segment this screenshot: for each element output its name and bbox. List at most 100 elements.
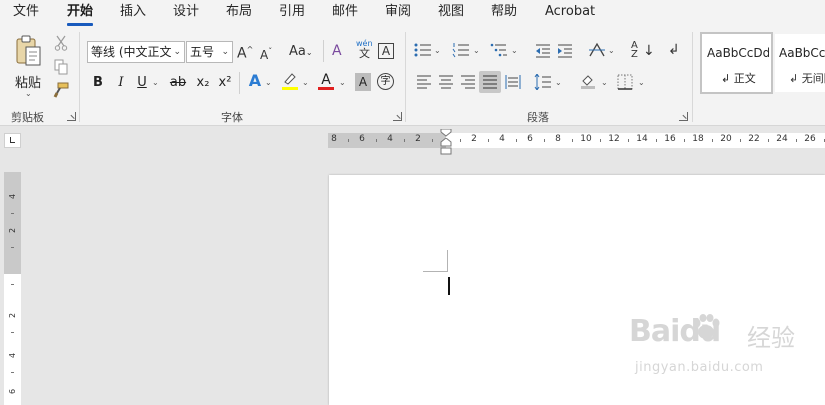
ruler-tick — [600, 139, 601, 142]
decrease-indent-icon[interactable] — [535, 44, 551, 58]
cut-icon[interactable] — [54, 35, 68, 51]
superscript-button[interactable]: x² — [216, 74, 234, 92]
style-name: ↲ 无间隔 — [789, 72, 825, 85]
increase-indent-icon[interactable] — [557, 44, 573, 58]
group-divider — [405, 32, 406, 122]
chevron-down-icon[interactable]: ⌄ — [339, 78, 346, 87]
justify-button[interactable] — [479, 71, 501, 93]
style-no-spacing[interactable]: AaBbCcDd ↲ 无间隔 — [775, 34, 825, 92]
clipboard-group-label: 剪贴板 — [11, 111, 44, 124]
chevron-down-icon[interactable]: ⌄ — [265, 78, 272, 87]
format-painter-icon[interactable] — [53, 82, 69, 98]
character-border-icon[interactable]: A — [378, 43, 394, 59]
text-effects-icon[interactable]: A — [247, 72, 263, 90]
chevron-down-icon[interactable]: ⌄ — [511, 46, 518, 55]
shrink-font-icon[interactable]: Aˇ — [260, 44, 272, 63]
highlight-icon[interactable] — [282, 72, 298, 86]
strikethrough-button[interactable]: ab — [168, 74, 188, 92]
style-name: ↲ 正文 — [721, 72, 756, 85]
hanging-indent-marker[interactable] — [440, 138, 452, 156]
ruler-tick — [628, 139, 629, 142]
chevron-down-icon[interactable]: ⌄ — [434, 46, 441, 55]
tab-review[interactable]: 审阅 — [385, 3, 411, 21]
align-center-icon[interactable] — [438, 75, 454, 89]
chevron-down-icon: ⌄ — [173, 47, 181, 57]
font-color-bar — [318, 87, 334, 90]
group-divider — [79, 32, 80, 122]
chevron-down-icon[interactable]: ⌄ — [608, 46, 615, 55]
paste-icon — [16, 35, 41, 66]
ruler-tick — [404, 139, 405, 142]
underline-button[interactable]: U — [134, 74, 150, 92]
chevron-down-icon[interactable]: ⌄ — [638, 78, 645, 87]
show-marks-icon[interactable]: ↲ — [668, 42, 680, 58]
chevron-down-icon: ⌄ — [221, 47, 229, 57]
ruler-number: 4 — [387, 134, 393, 144]
enclose-characters-icon[interactable]: 字 — [377, 73, 394, 90]
font-name-select[interactable]: 等线 (中文正文 ⌄ — [87, 41, 185, 63]
font-group-label: 字体 — [221, 111, 243, 124]
ruler-tick — [11, 247, 14, 248]
ruler-tick — [796, 139, 797, 142]
watermark-cn: 经验 — [747, 324, 795, 352]
tab-help[interactable]: 帮助 — [491, 3, 517, 21]
first-line-indent-marker[interactable] — [440, 129, 452, 137]
chevron-down-icon[interactable]: ⌄ — [555, 78, 562, 87]
font-launcher-icon[interactable] — [393, 112, 402, 121]
tab-design[interactable]: 设计 — [173, 3, 199, 21]
tab-view[interactable]: 视图 — [438, 3, 464, 21]
horizontal-ruler-area: 8 6 4 2 2 4 6 8 10 12 14 16 18 20 22 24 … — [0, 127, 825, 156]
ruler-tick — [768, 139, 769, 142]
ruler-number: 4 — [499, 134, 505, 144]
align-right-icon[interactable] — [460, 75, 476, 89]
horizontal-ruler[interactable]: 8 6 4 2 2 4 6 8 10 12 14 16 18 20 22 24 … — [328, 133, 825, 148]
grow-font-icon[interactable]: A^ — [237, 42, 253, 62]
ruler-tick — [488, 139, 489, 142]
paste-button[interactable]: 粘贴 ⌄ — [10, 32, 48, 98]
italic-button[interactable]: I — [113, 74, 129, 92]
line-spacing-icon[interactable] — [534, 74, 552, 90]
change-case-button[interactable]: Aa⌄ — [289, 44, 313, 61]
paragraph-launcher-icon[interactable] — [679, 112, 688, 121]
chevron-down-icon[interactable]: ⌄ — [473, 46, 480, 55]
vertical-ruler[interactable]: 4 2 2 4 6 — [4, 172, 21, 405]
multilevel-list-icon[interactable] — [490, 42, 508, 58]
ruler-tick — [376, 139, 377, 142]
divider — [239, 72, 240, 94]
paragraph-shading-icon[interactable] — [580, 73, 596, 89]
highlight-color-bar — [282, 87, 298, 90]
tab-references[interactable]: 引用 — [279, 3, 305, 21]
document-page[interactable]: Baidu 经验 jingyan.baidu.com — [329, 175, 825, 405]
distributed-icon[interactable] — [505, 75, 521, 89]
numbering-icon[interactable] — [452, 42, 470, 58]
align-left-icon[interactable] — [416, 75, 432, 89]
ruler-number: 26 — [804, 134, 816, 144]
ruler-number: 16 — [664, 134, 676, 144]
ruler-number: 8 — [331, 134, 337, 144]
clipboard-launcher-icon[interactable] — [67, 112, 76, 121]
tab-mailings[interactable]: 邮件 — [332, 3, 358, 21]
chinese-layout-icon[interactable] — [588, 42, 606, 58]
font-size-select[interactable]: 五号 ⌄ — [186, 41, 233, 63]
tab-home[interactable]: 开始 — [67, 3, 94, 26]
tab-acrobat[interactable]: Acrobat — [545, 3, 595, 21]
tab-selector-icon[interactable] — [4, 133, 21, 148]
borders-icon[interactable] — [617, 74, 633, 90]
sort-icon[interactable]: AZ — [631, 41, 638, 60]
character-shading-icon[interactable]: A — [355, 73, 371, 91]
phonetic-guide-bottom[interactable]: 文 — [359, 48, 370, 60]
chevron-down-icon[interactable]: ⌄ — [152, 78, 159, 87]
chevron-down-icon[interactable]: ⌄ — [601, 78, 608, 87]
chevron-down-icon[interactable]: ⌄ — [302, 78, 309, 87]
chevron-down-icon: ⌄ — [25, 89, 32, 98]
copy-icon[interactable] — [54, 59, 68, 75]
subscript-button[interactable]: x₂ — [194, 74, 212, 92]
sort-arrow-icon[interactable]: ↓ — [643, 43, 655, 59]
tab-layout[interactable]: 布局 — [226, 3, 252, 21]
bold-button[interactable]: B — [90, 74, 106, 92]
style-normal[interactable]: AaBbCcDd ↲ 正文 — [700, 32, 773, 94]
tab-file[interactable]: 文件 — [13, 3, 39, 21]
tab-insert[interactable]: 插入 — [120, 3, 146, 21]
bullets-icon[interactable] — [414, 42, 432, 58]
clear-formatting-icon[interactable]: A — [332, 43, 342, 59]
